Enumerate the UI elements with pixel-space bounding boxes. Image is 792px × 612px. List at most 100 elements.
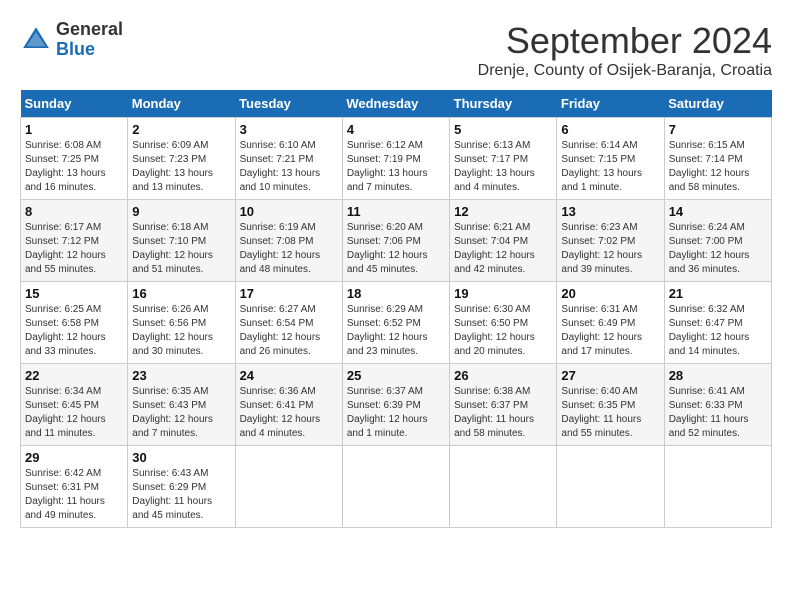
day-info: Sunrise: 6:35 AM Sunset: 6:43 PM Dayligh… bbox=[132, 385, 230, 441]
month-title: September 2024 bbox=[478, 20, 772, 62]
calendar-table: SundayMondayTuesdayWednesdayThursdayFrid… bbox=[20, 90, 772, 528]
day-info: Sunrise: 6:41 AM Sunset: 6:33 PM Dayligh… bbox=[669, 385, 767, 441]
calendar-cell: 15Sunrise: 6:25 AM Sunset: 6:58 PM Dayli… bbox=[21, 282, 128, 364]
day-of-week-header: Tuesday bbox=[235, 90, 342, 118]
day-info: Sunrise: 6:13 AM Sunset: 7:17 PM Dayligh… bbox=[454, 139, 552, 195]
calendar-cell bbox=[557, 446, 664, 528]
day-info: Sunrise: 6:32 AM Sunset: 6:47 PM Dayligh… bbox=[669, 303, 767, 359]
calendar-cell bbox=[235, 446, 342, 528]
logo-blue-text: Blue bbox=[56, 40, 123, 60]
day-info: Sunrise: 6:29 AM Sunset: 6:52 PM Dayligh… bbox=[347, 303, 445, 359]
day-info: Sunrise: 6:20 AM Sunset: 7:06 PM Dayligh… bbox=[347, 221, 445, 277]
day-number: 1 bbox=[25, 122, 123, 137]
day-number: 26 bbox=[454, 368, 552, 383]
calendar-cell: 2Sunrise: 6:09 AM Sunset: 7:23 PM Daylig… bbox=[128, 118, 235, 200]
day-number: 18 bbox=[347, 286, 445, 301]
calendar-week-row: 8 Sunrise: 6:17 AM Sunset: 7:12 PM Daylig… bbox=[21, 200, 772, 282]
calendar-cell: 7Sunrise: 6:15 AM Sunset: 7:14 PM Daylig… bbox=[664, 118, 771, 200]
day-info: Sunrise: 6:38 AM Sunset: 6:37 PM Dayligh… bbox=[454, 385, 552, 441]
day-info: Sunrise: 6:36 AM Sunset: 6:41 PM Dayligh… bbox=[240, 385, 338, 441]
logo-text: General Blue bbox=[56, 20, 123, 60]
calendar-cell: 8 Sunrise: 6:17 AM Sunset: 7:12 PM Daylig… bbox=[21, 200, 128, 282]
calendar-cell: 16Sunrise: 6:26 AM Sunset: 6:56 PM Dayli… bbox=[128, 282, 235, 364]
logo-general-text: General bbox=[56, 20, 123, 40]
calendar-cell: 24 Sunrise: 6:36 AM Sunset: 6:41 PM Dayli… bbox=[235, 364, 342, 446]
calendar-cell bbox=[664, 446, 771, 528]
day-info: Sunrise: 6:21 AM Sunset: 7:04 PM Dayligh… bbox=[454, 221, 552, 277]
day-info: Sunrise: 6:14 AM Sunset: 7:15 PM Dayligh… bbox=[561, 139, 659, 195]
day-of-week-header: Sunday bbox=[21, 90, 128, 118]
calendar-cell: 10 Sunrise: 6:19 AM Sunset: 7:08 PM Dayli… bbox=[235, 200, 342, 282]
day-info: Sunrise: 6:27 AM Sunset: 6:54 PM Dayligh… bbox=[240, 303, 338, 359]
calendar-cell: 6 Sunrise: 6:14 AM Sunset: 7:15 PM Daylig… bbox=[557, 118, 664, 200]
day-number: 8 bbox=[25, 204, 123, 219]
calendar-cell: 11 Sunrise: 6:20 AM Sunset: 7:06 PM Dayli… bbox=[342, 200, 449, 282]
calendar-cell: 12 Sunrise: 6:21 AM Sunset: 7:04 PM Dayli… bbox=[450, 200, 557, 282]
calendar-cell: 21Sunrise: 6:32 AM Sunset: 6:47 PM Dayli… bbox=[664, 282, 771, 364]
day-number: 25 bbox=[347, 368, 445, 383]
day-number: 6 bbox=[561, 122, 659, 137]
title-area: September 2024 Drenje, County of Osijek-… bbox=[478, 20, 772, 80]
calendar-week-row: 29 Sunrise: 6:42 AM Sunset: 6:31 PM Dayli… bbox=[21, 446, 772, 528]
day-number: 17 bbox=[240, 286, 338, 301]
day-number: 14 bbox=[669, 204, 767, 219]
calendar-cell: 30 Sunrise: 6:43 AM Sunset: 6:29 PM Dayli… bbox=[128, 446, 235, 528]
day-info: Sunrise: 6:25 AM Sunset: 6:58 PM Dayligh… bbox=[25, 303, 123, 359]
day-number: 9 bbox=[132, 204, 230, 219]
calendar-cell: 19 Sunrise: 6:30 AM Sunset: 6:50 PM Dayli… bbox=[450, 282, 557, 364]
calendar-cell: 23 Sunrise: 6:35 AM Sunset: 6:43 PM Dayli… bbox=[128, 364, 235, 446]
day-number: 7 bbox=[669, 122, 767, 137]
day-of-week-header: Saturday bbox=[664, 90, 771, 118]
calendar-cell: 26 Sunrise: 6:38 AM Sunset: 6:37 PM Dayli… bbox=[450, 364, 557, 446]
calendar-week-row: 15Sunrise: 6:25 AM Sunset: 6:58 PM Dayli… bbox=[21, 282, 772, 364]
day-number: 30 bbox=[132, 450, 230, 465]
day-number: 23 bbox=[132, 368, 230, 383]
logo-icon bbox=[20, 24, 52, 56]
day-info: Sunrise: 6:24 AM Sunset: 7:00 PM Dayligh… bbox=[669, 221, 767, 277]
day-info: Sunrise: 6:12 AM Sunset: 7:19 PM Dayligh… bbox=[347, 139, 445, 195]
day-number: 5 bbox=[454, 122, 552, 137]
day-info: Sunrise: 6:30 AM Sunset: 6:50 PM Dayligh… bbox=[454, 303, 552, 359]
day-info: Sunrise: 6:43 AM Sunset: 6:29 PM Dayligh… bbox=[132, 467, 230, 523]
day-number: 2 bbox=[132, 122, 230, 137]
day-number: 22 bbox=[25, 368, 123, 383]
day-number: 19 bbox=[454, 286, 552, 301]
day-info: Sunrise: 6:31 AM Sunset: 6:49 PM Dayligh… bbox=[561, 303, 659, 359]
day-info: Sunrise: 6:17 AM Sunset: 7:12 PM Dayligh… bbox=[25, 221, 123, 277]
calendar-cell: 22 Sunrise: 6:34 AM Sunset: 6:45 PM Dayli… bbox=[21, 364, 128, 446]
calendar-cell: 9Sunrise: 6:18 AM Sunset: 7:10 PM Daylig… bbox=[128, 200, 235, 282]
calendar-week-row: 1 Sunrise: 6:08 AM Sunset: 7:25 PM Daylig… bbox=[21, 118, 772, 200]
day-info: Sunrise: 6:37 AM Sunset: 6:39 PM Dayligh… bbox=[347, 385, 445, 441]
calendar-cell bbox=[342, 446, 449, 528]
calendar-cell: 1 Sunrise: 6:08 AM Sunset: 7:25 PM Daylig… bbox=[21, 118, 128, 200]
day-number: 20 bbox=[561, 286, 659, 301]
calendar-cell: 13Sunrise: 6:23 AM Sunset: 7:02 PM Dayli… bbox=[557, 200, 664, 282]
day-info: Sunrise: 6:40 AM Sunset: 6:35 PM Dayligh… bbox=[561, 385, 659, 441]
day-number: 24 bbox=[240, 368, 338, 383]
day-number: 11 bbox=[347, 204, 445, 219]
calendar-header-row: SundayMondayTuesdayWednesdayThursdayFrid… bbox=[21, 90, 772, 118]
calendar-cell: 14 Sunrise: 6:24 AM Sunset: 7:00 PM Dayli… bbox=[664, 200, 771, 282]
day-info: Sunrise: 6:10 AM Sunset: 7:21 PM Dayligh… bbox=[240, 139, 338, 195]
calendar-cell: 3Sunrise: 6:10 AM Sunset: 7:21 PM Daylig… bbox=[235, 118, 342, 200]
calendar-cell: 28 Sunrise: 6:41 AM Sunset: 6:33 PM Dayli… bbox=[664, 364, 771, 446]
calendar-cell: 27Sunrise: 6:40 AM Sunset: 6:35 PM Dayli… bbox=[557, 364, 664, 446]
page-header: General Blue September 2024 Drenje, Coun… bbox=[20, 20, 772, 80]
day-number: 29 bbox=[25, 450, 123, 465]
day-number: 28 bbox=[669, 368, 767, 383]
calendar-week-row: 22 Sunrise: 6:34 AM Sunset: 6:45 PM Dayli… bbox=[21, 364, 772, 446]
calendar-cell: 18 Sunrise: 6:29 AM Sunset: 6:52 PM Dayli… bbox=[342, 282, 449, 364]
day-info: Sunrise: 6:08 AM Sunset: 7:25 PM Dayligh… bbox=[25, 139, 123, 195]
calendar-cell: 5 Sunrise: 6:13 AM Sunset: 7:17 PM Daylig… bbox=[450, 118, 557, 200]
calendar-cell: 20 Sunrise: 6:31 AM Sunset: 6:49 PM Dayli… bbox=[557, 282, 664, 364]
calendar-cell: 29 Sunrise: 6:42 AM Sunset: 6:31 PM Dayli… bbox=[21, 446, 128, 528]
day-info: Sunrise: 6:26 AM Sunset: 6:56 PM Dayligh… bbox=[132, 303, 230, 359]
day-info: Sunrise: 6:34 AM Sunset: 6:45 PM Dayligh… bbox=[25, 385, 123, 441]
calendar-cell: 4Sunrise: 6:12 AM Sunset: 7:19 PM Daylig… bbox=[342, 118, 449, 200]
day-of-week-header: Thursday bbox=[450, 90, 557, 118]
location-text: Drenje, County of Osijek-Baranja, Croati… bbox=[478, 62, 772, 80]
day-number: 12 bbox=[454, 204, 552, 219]
day-number: 10 bbox=[240, 204, 338, 219]
day-info: Sunrise: 6:42 AM Sunset: 6:31 PM Dayligh… bbox=[25, 467, 123, 523]
day-info: Sunrise: 6:19 AM Sunset: 7:08 PM Dayligh… bbox=[240, 221, 338, 277]
